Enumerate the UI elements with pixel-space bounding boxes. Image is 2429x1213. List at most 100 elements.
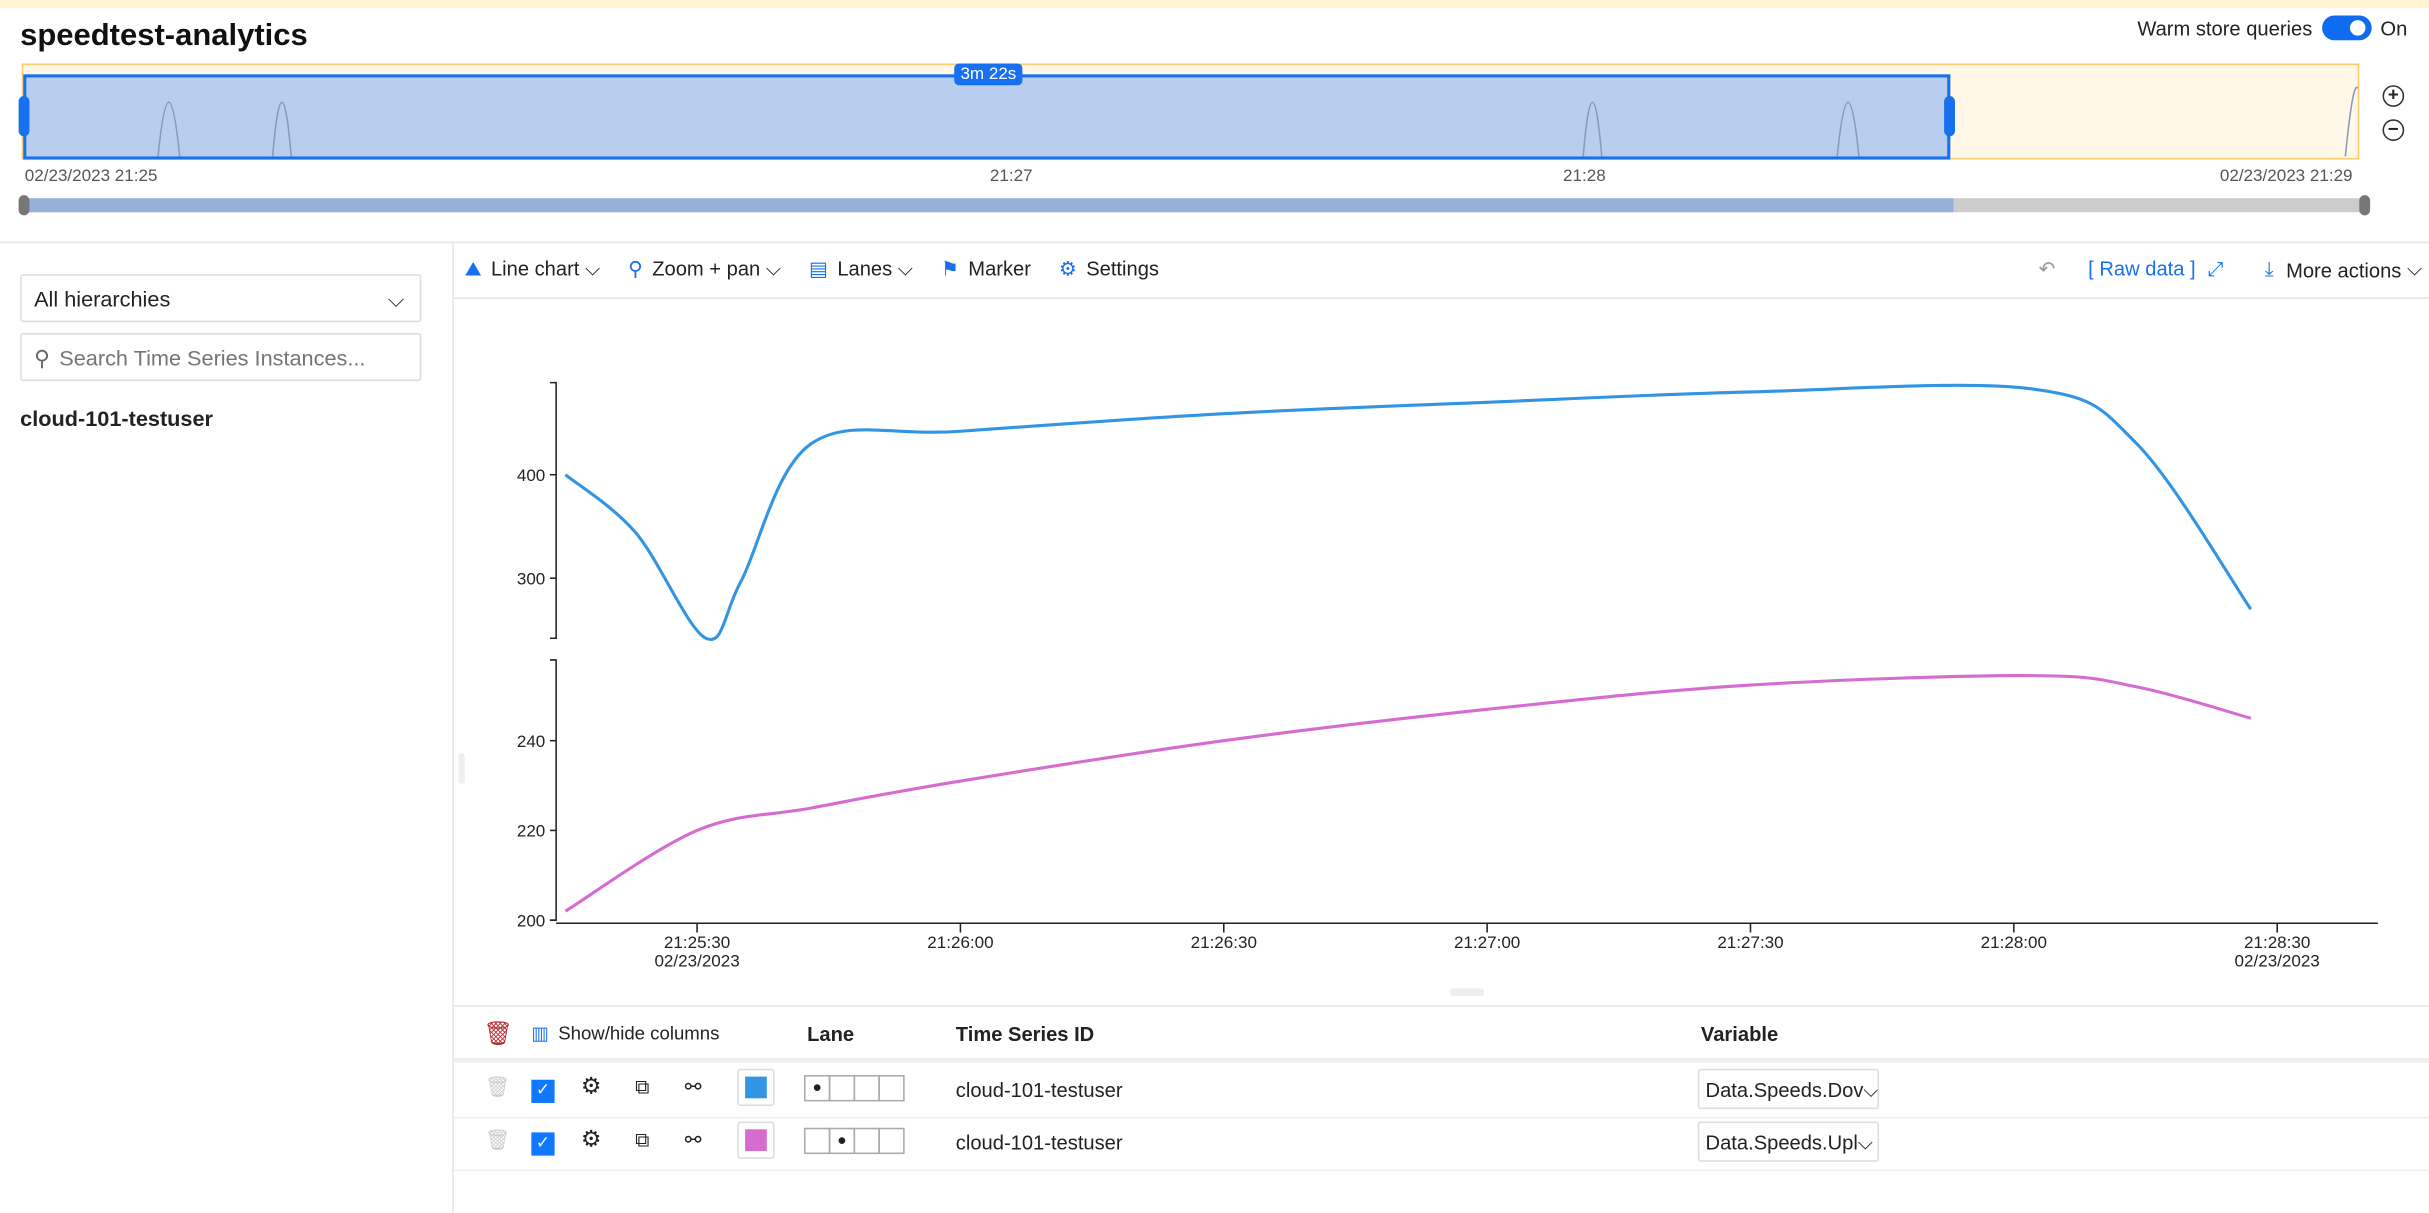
range-end-handle[interactable] [1944, 96, 1955, 137]
sidebar-resize-handle[interactable] [458, 752, 465, 784]
time-series-id: cloud-101-testuser [955, 1078, 1123, 1102]
visibility-checkbox[interactable]: ✓ [531, 1079, 555, 1103]
hierarchy-dropdown[interactable]: All hierarchies ⌵ [20, 274, 422, 323]
more-actions-button[interactable]: ⤓ More actions ⌵ [2265, 257, 2422, 282]
header-tsid: Time Series ID [955, 1022, 1095, 1046]
series-line [564, 383, 2253, 641]
brush-start-label: 02/23/2023 21:25 [24, 167, 158, 186]
variable-dropdown[interactable]: Data.Speeds.Upl ⌵ [1697, 1121, 1880, 1162]
undo-icon[interactable]: ↶ [2039, 257, 2056, 282]
x-date-label: 02/23/2023 [654, 952, 739, 971]
table-row: 🗑 ✓ ⚙ ⧉ ⚯ ● cloud-101-testuser Data.Spee… [453, 1115, 2429, 1172]
delete-icon[interactable]: 🗑 [485, 1075, 511, 1100]
top-banner [0, 0, 2429, 8]
y-axis [549, 381, 557, 640]
delete-icon[interactable]: 🗑 [485, 1128, 511, 1153]
x-tick-label: 21:28:00 [1981, 933, 2047, 952]
time-series-id: cloud-101-testuser [955, 1130, 1123, 1155]
hierarchy-icon[interactable]: ⚯ [685, 1075, 702, 1100]
header-variable: Variable [1700, 1022, 1779, 1046]
x-date-label: 02/23/2023 [2235, 952, 2320, 971]
page-title: speedtest-analytics [20, 18, 308, 53]
scroll-end-knob[interactable] [2359, 195, 2371, 216]
variable-dropdown[interactable]: Data.Speeds.Dov ⌵ [1697, 1068, 1880, 1110]
x-tick-label: 21:27:30 [1717, 933, 1783, 952]
download-icon: ⤓ [2264, 257, 2274, 281]
y-tick-label: 400 [517, 466, 545, 485]
lane-slot[interactable] [803, 1127, 831, 1155]
lane-selector[interactable]: ● [803, 1075, 905, 1102]
lane-slot[interactable] [878, 1075, 905, 1102]
header-lane: Lane [807, 1022, 855, 1046]
warm-store-label: Warm store queries [2137, 16, 2313, 40]
zoom-pan-button[interactable]: ⚲ Zoom + pan ⌵ [628, 257, 781, 282]
warm-store-toggle-group: Warm store queries On [2137, 15, 2408, 41]
scroll-start-knob[interactable] [18, 195, 30, 216]
lane-slot[interactable] [828, 1075, 856, 1102]
flag-icon: ⚑ [940, 257, 960, 281]
marker-button[interactable]: ⚑ Marker [941, 257, 1031, 282]
lane-slot[interactable] [853, 1075, 880, 1102]
x-tick-label: 21:26:30 [1191, 933, 1257, 952]
expand-icon[interactable]: ⤢ [2207, 257, 2223, 282]
duration-badge: 3m 22s [954, 63, 1023, 86]
settings-button[interactable]: ⚙ Settings [1059, 257, 1159, 282]
warm-store-toggle[interactable] [2321, 15, 2372, 41]
availability-sparkline [157, 86, 2359, 157]
y-tick-label: 300 [517, 569, 545, 588]
x-tick-label: 21:25:30 [664, 933, 730, 952]
columns-icon: ▥ [531, 1022, 549, 1045]
brush-end-label: 02/23/2023 21:29 [2219, 167, 2353, 186]
chevron-down-icon: ⌵ [1863, 1078, 1879, 1102]
hierarchy-value: All hierarchies [34, 286, 171, 312]
chart-toolbar: ⛰ Line chart ⌵ ⚲ Zoom + pan ⌵ ▤ Lanes ⌵ ⚑ Ma… [465, 257, 1159, 282]
line-chart-icon: ⛰ [464, 257, 482, 281]
lane-slot[interactable] [878, 1127, 905, 1155]
y-tick-label: 200 [517, 911, 545, 930]
gear-icon[interactable]: ⚙ [581, 1072, 602, 1100]
color-swatch[interactable] [737, 1068, 775, 1107]
brush-tick-label: 21:27 [989, 167, 1033, 186]
x-tick-label: 21:28:30 [2244, 933, 2310, 952]
x-tick-label: 21:26:00 [927, 933, 993, 952]
search-icon: ⚲ [628, 257, 643, 281]
chevron-down-icon: ⌵ [387, 286, 405, 312]
color-swatch[interactable] [737, 1121, 775, 1159]
lanes-icon: ▤ [808, 257, 829, 281]
hierarchy-icon[interactable]: ⚯ [685, 1128, 702, 1153]
divider [453, 1005, 2429, 1007]
warm-store-state: On [2380, 16, 2408, 40]
gear-icon[interactable]: ⚙ [581, 1125, 602, 1152]
search-icon: ⚲ [34, 345, 50, 371]
duplicate-icon[interactable]: ⧉ [635, 1128, 649, 1153]
y-tick-label: 240 [517, 732, 545, 751]
raw-data-button[interactable]: [ Raw data ] [2088, 257, 2195, 280]
lane-slot[interactable]: ● [828, 1127, 856, 1155]
y-axis [549, 659, 557, 921]
range-start-handle[interactable] [18, 96, 30, 137]
lane-slot[interactable] [853, 1127, 880, 1155]
show-hide-columns-button[interactable]: ▥ Show/hide columns [531, 1022, 719, 1044]
line-chart[interactable]: 30040020022024021:25:3002/23/202321:26:0… [454, 299, 2429, 981]
lane-slot[interactable]: ● [803, 1075, 831, 1102]
table-row: 🗑 ✓ ⚙ ⧉ ⚯ ● cloud-101-testuser Data.Spee… [453, 1063, 2429, 1119]
search-input[interactable] [59, 345, 401, 369]
chevron-down-icon: ⌵ [1857, 1130, 1874, 1155]
delete-all-icon[interactable]: 🗑 [483, 1019, 513, 1047]
lanes-button[interactable]: ▤ Lanes ⌵ [809, 257, 913, 282]
duplicate-icon[interactable]: ⧉ [635, 1075, 649, 1100]
zoom-out-icon[interactable]: − [2382, 119, 2405, 141]
search-box[interactable]: ⚲ [20, 333, 422, 382]
x-tick-label: 21:27:00 [1454, 933, 1520, 952]
divider [0, 241, 2429, 244]
visibility-checkbox[interactable]: ✓ [531, 1132, 555, 1156]
panel-resize-handle[interactable] [1449, 988, 1485, 997]
zoom-in-icon[interactable]: + [2382, 85, 2405, 107]
tree-item[interactable]: cloud-101-testuser [20, 406, 213, 431]
lane-selector[interactable]: ● [803, 1127, 905, 1155]
brush-tick-label: 21:28 [1563, 167, 1606, 186]
line-chart-button[interactable]: ⛰ Line chart ⌵ [465, 257, 601, 282]
timeline-scrollbar-fill [23, 198, 1954, 213]
gear-icon: ⚙ [1058, 257, 1077, 281]
series-line [564, 674, 2252, 913]
